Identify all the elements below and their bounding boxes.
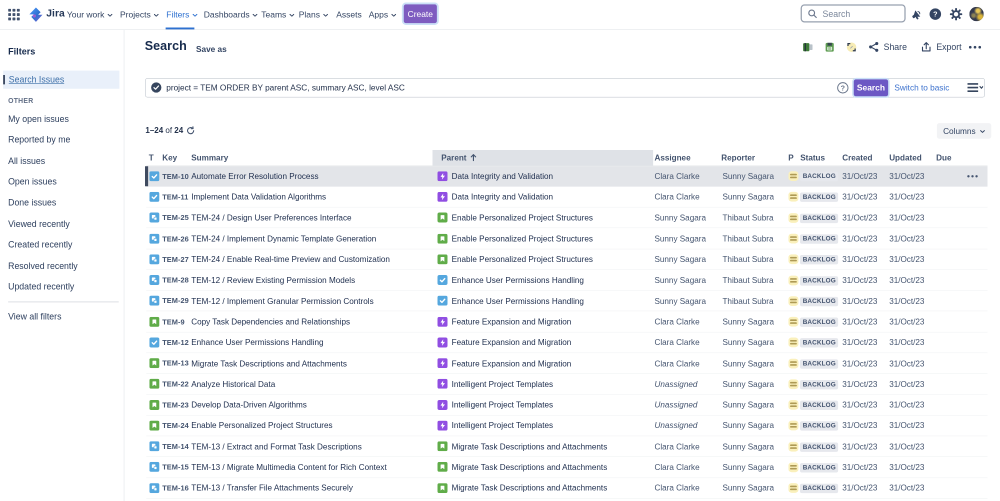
svg-text:?: ?: [841, 84, 845, 92]
svg-text:?: ?: [933, 11, 937, 19]
